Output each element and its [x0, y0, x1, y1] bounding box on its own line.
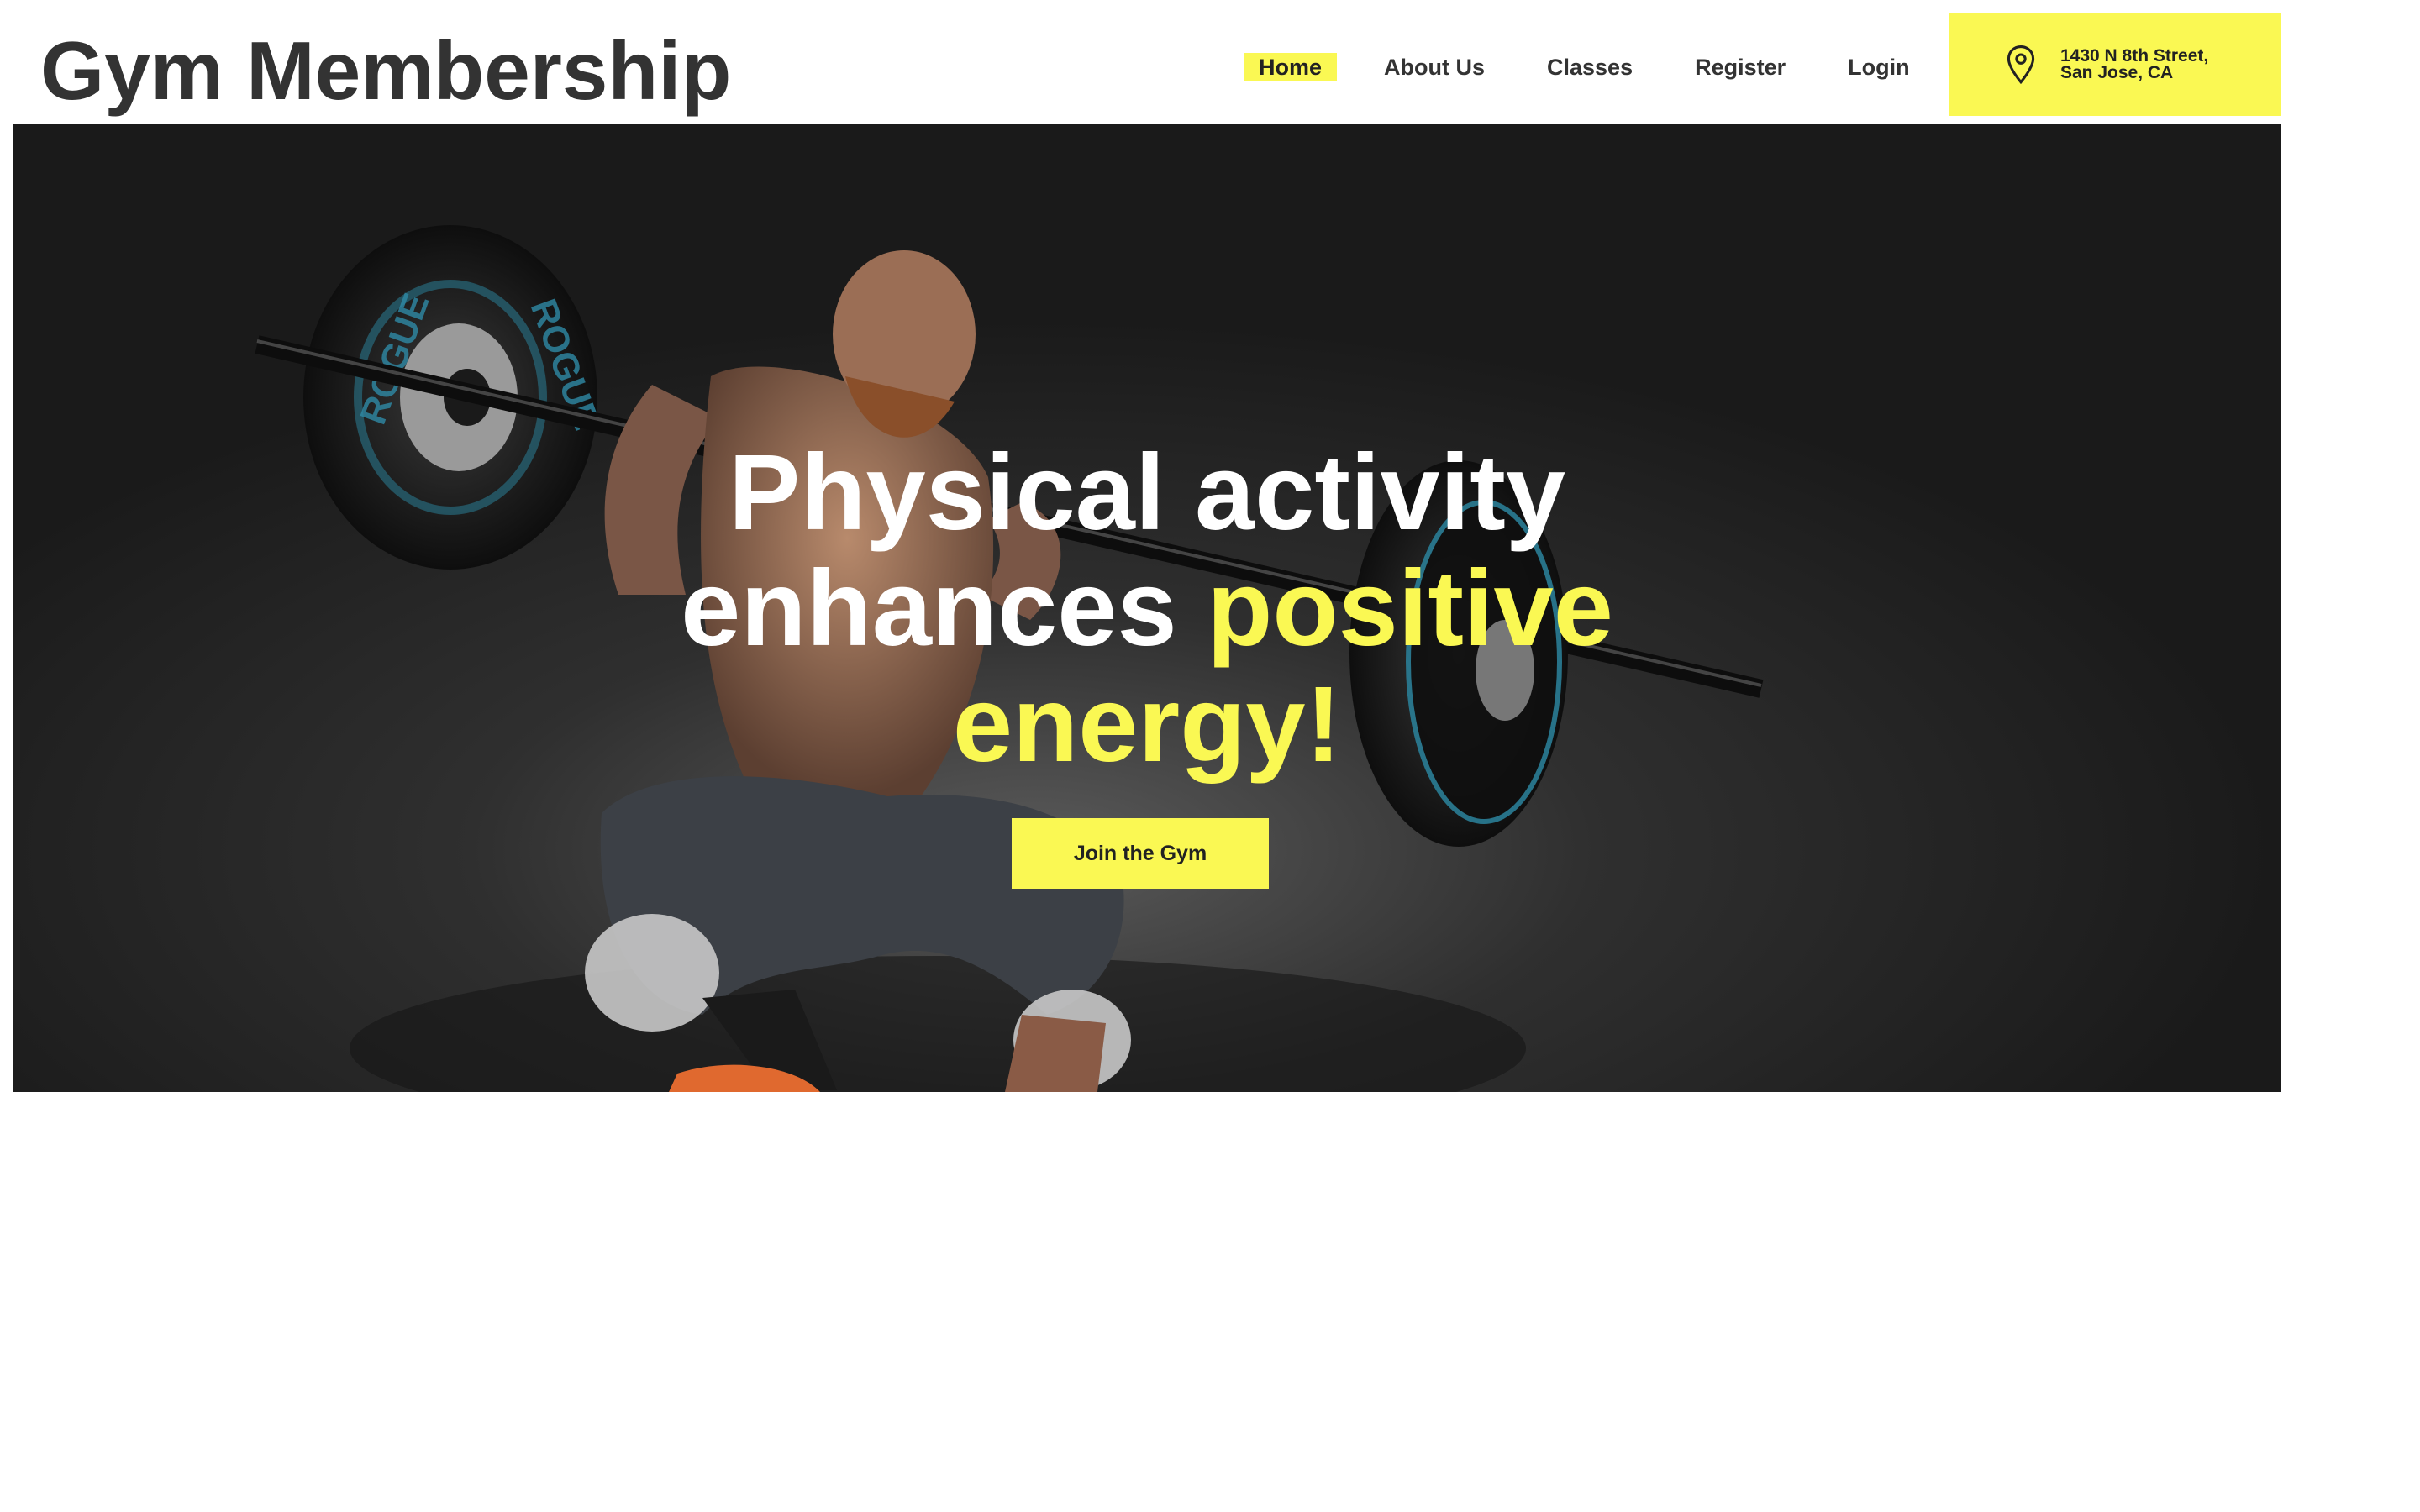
address-line-1: 1430 N 8th Street, [2060, 46, 2209, 66]
hero-headline: Physical activity enhances positive energy… [13, 435, 2281, 783]
main-nav: Home About Us Classes Register Login [1244, 50, 1957, 84]
headline-line-2: enhances [681, 549, 1207, 669]
map-pin-icon [2007, 45, 2035, 85]
nav-item-about-us[interactable]: About Us [1369, 53, 1500, 81]
address-text: 1430 N 8th Street, San Jose, CA [2060, 46, 2209, 82]
headline-highlight-energy: energy! [952, 664, 1342, 785]
site-title[interactable]: Gym Membership [40, 20, 731, 121]
address-box: 1430 N 8th Street, San Jose, CA [1949, 13, 2281, 116]
nav-item-login[interactable]: Login [1833, 53, 1924, 81]
headline-line-1: Physical activity [728, 433, 1566, 553]
page: Gym Membership Home About Us Classes Reg… [0, 0, 2420, 1512]
hero-banner: ROGUE ROGUE Physical activity enhances p… [13, 124, 2281, 1092]
nav-item-classes[interactable]: Classes [1532, 53, 1648, 81]
headline-highlight-positive: positive [1207, 549, 1613, 669]
nav-item-home[interactable]: Home [1244, 53, 1338, 81]
join-gym-button[interactable]: Join the Gym [1012, 818, 1269, 889]
address-line-2: San Jose, CA [2060, 63, 2174, 82]
nav-item-register[interactable]: Register [1680, 53, 1801, 81]
